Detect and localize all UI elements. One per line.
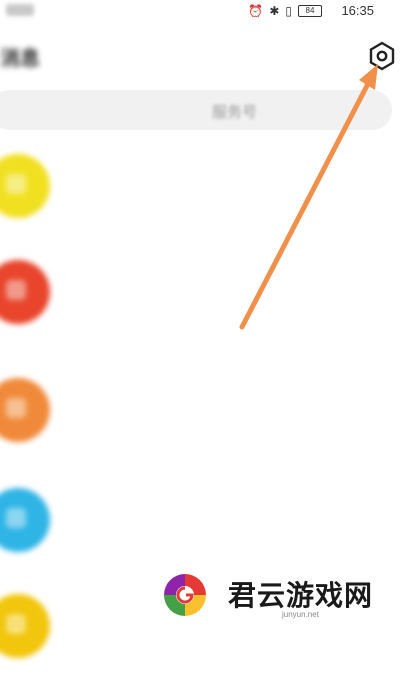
watermark: 君云游戏网 junyun.net — [150, 568, 400, 624]
list-item[interactable] — [0, 142, 400, 232]
carrier-label — [6, 4, 34, 16]
list-item[interactable] — [0, 250, 400, 340]
avatar — [0, 154, 50, 218]
page-header: 消息 — [0, 30, 400, 80]
battery-icon: 84 — [298, 5, 322, 17]
settings-button[interactable] — [364, 38, 400, 74]
search-input[interactable]: 服务号 — [0, 90, 392, 130]
avatar — [0, 594, 50, 658]
avatar — [0, 488, 50, 552]
watermark-domain: junyun.net — [282, 610, 319, 619]
watermark-logo — [164, 574, 206, 616]
list-item[interactable] — [0, 482, 400, 572]
status-icons: ⏰ ✱ ▯ 84 — [248, 4, 322, 18]
alarm-icon: ⏰ — [248, 4, 264, 18]
gear-icon — [369, 41, 395, 71]
vibrate-icon: ▯ — [285, 4, 292, 18]
avatar — [0, 260, 50, 324]
avatar — [0, 378, 50, 442]
watermark-text: 君云游戏网 — [228, 579, 374, 612]
status-bar: ⏰ ✱ ▯ 84 16:35 — [0, 0, 400, 26]
status-time: 16:35 — [341, 3, 374, 18]
search-placeholder: 服务号 — [212, 104, 258, 121]
list-item[interactable] — [0, 370, 400, 460]
bluetooth-icon: ✱ — [269, 4, 280, 18]
page-title: 消息 — [0, 48, 40, 70]
